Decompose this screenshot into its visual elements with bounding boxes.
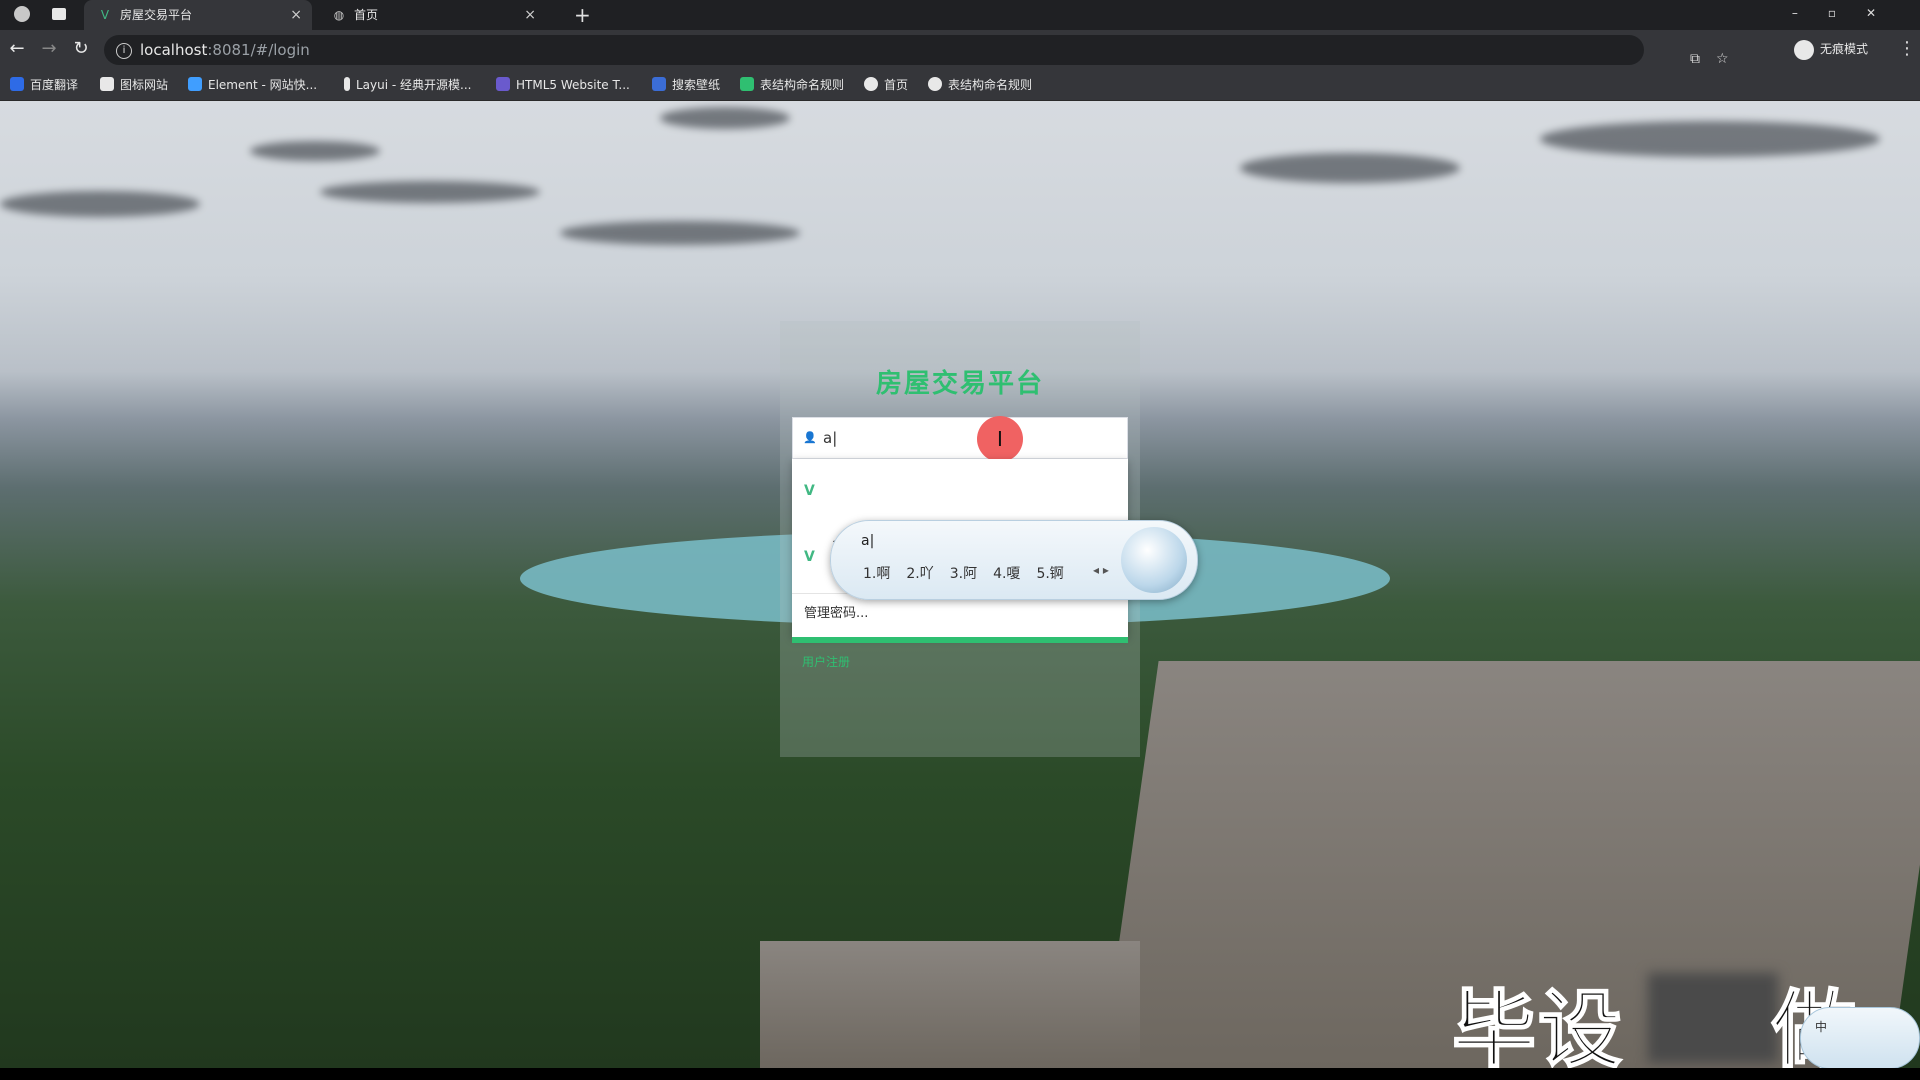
tab-home[interactable]: ◍ 首页 ×: [318, 0, 546, 30]
baidu-translate-icon: [10, 77, 24, 91]
bookmark-label: 表结构命名规则: [760, 78, 845, 92]
cloud: [320, 181, 540, 203]
bookmark-item[interactable]: Element - 网站快...: [188, 70, 317, 100]
ime-candidate[interactable]: 4.嗄: [993, 566, 1020, 582]
ime-candidate[interactable]: 3.阿: [950, 566, 977, 582]
tab-search-icon[interactable]: [52, 8, 66, 20]
page-viewport: 房屋交易平台 👤 a| I V V a1 •••••• 管理密码... 用户注册…: [0, 101, 1920, 1068]
tab-strip: V 房屋交易平台 × ◍ 首页 × + –▫✕: [0, 0, 1920, 30]
tab-title: 首页: [354, 8, 379, 22]
bookmark-item[interactable]: 表结构命名规则: [928, 70, 1032, 100]
bookmark-label: 图标网站: [120, 78, 169, 92]
vue-icon: V: [804, 483, 815, 499]
rock-cliff: [760, 941, 1140, 1068]
close-icon[interactable]: ×: [290, 0, 302, 30]
bookmark-label: 表结构命名规则: [948, 78, 1033, 92]
bookmark-item[interactable]: 百度翻译: [10, 70, 78, 100]
globe-icon: [864, 77, 878, 91]
ime-candidate[interactable]: 2.吖: [906, 566, 933, 582]
ime-candidates: 1.啊 2.吖 3.阿 4.嗄 5.锕: [863, 563, 1080, 583]
cloud: [560, 221, 800, 245]
cloud: [0, 191, 200, 217]
html5-icon: [496, 77, 510, 91]
ime-candidate[interactable]: 5.锕: [1036, 566, 1063, 582]
bookmark-item[interactable]: Layui - 经典开源模...: [344, 70, 471, 100]
bookmark-label: Element - 网站快...: [208, 78, 318, 92]
ime-skin-icon: [1121, 527, 1187, 593]
close-icon[interactable]: ×: [524, 0, 536, 30]
ime-composition: a|: [861, 533, 875, 549]
bookmark-item[interactable]: 搜索壁纸: [652, 70, 720, 100]
manage-passwords-link[interactable]: 管理密码...: [804, 599, 868, 629]
mouse-cursor-highlight: I: [977, 416, 1023, 462]
user-icon: 👤: [803, 431, 817, 444]
username-input[interactable]: 👤 a|: [792, 417, 1128, 459]
cloud: [1240, 153, 1460, 183]
ime-candidate-window: a| 1.啊 2.吖 3.阿 4.嗄 5.锕 ◂ ▸: [830, 520, 1198, 600]
url-text: localhost:8081/#/login: [140, 35, 310, 65]
bookmark-item[interactable]: 首页: [864, 70, 908, 100]
forward-icon[interactable]: →: [38, 38, 60, 60]
bookmark-item[interactable]: 表结构命名规则: [740, 70, 844, 100]
bookmark-label: 百度翻译: [30, 78, 79, 92]
bookmark-label: 搜索壁纸: [672, 78, 721, 92]
bookmark-label: Layui - 经典开源模...: [356, 78, 472, 92]
bookmark-item[interactable]: HTML5 Website T...: [496, 70, 630, 100]
bookmark-label: 首页: [884, 78, 909, 92]
info-icon[interactable]: i: [116, 43, 132, 59]
blurred-region: [1648, 973, 1778, 1063]
flag-icon: [100, 77, 114, 91]
bookmarks-bar: 百度翻译 图标网站 Element - 网站快... Layui - 经典开源模…: [0, 70, 1920, 101]
reload-icon[interactable]: ↻: [70, 38, 92, 60]
register-link[interactable]: 用户注册: [802, 653, 850, 670]
back-icon[interactable]: ←: [6, 38, 28, 60]
ime-mode-label: 中: [1815, 1020, 1828, 1034]
window-controls[interactable]: –▫✕: [1792, 0, 1906, 26]
browser-logo-icon: [14, 6, 30, 22]
globe-icon: ◍: [333, 8, 345, 22]
doc-icon: [740, 77, 754, 91]
login-title: 房屋交易平台: [875, 369, 1044, 399]
incognito-indicator[interactable]: 无痕模式: [1794, 36, 1868, 62]
vue-icon: V: [804, 549, 815, 565]
url-path: :8081/#/login: [207, 41, 310, 59]
autofill-item[interactable]: V: [792, 459, 1128, 523]
browser-toolbar: ← → ↻ i localhost:8081/#/login ⧉ ☆ ⚿ 无痕模…: [0, 30, 1920, 84]
cloud: [1540, 121, 1880, 157]
layui-icon: [344, 77, 350, 91]
tab-house-trading[interactable]: V 房屋交易平台 ×: [84, 0, 312, 30]
ime-page-arrows[interactable]: ◂ ▸: [1093, 563, 1109, 577]
bookmark-label: HTML5 Website T...: [516, 78, 630, 92]
ime-candidate[interactable]: 1.啊: [863, 566, 890, 582]
vue-icon: V: [100, 8, 110, 22]
url-host: localhost: [140, 41, 208, 59]
globe-icon: [928, 77, 942, 91]
incognito-icon: [1794, 39, 1814, 60]
wallpaper-icon: [652, 77, 666, 91]
cloud: [250, 141, 380, 161]
menu-icon[interactable]: ⋮: [1898, 38, 1916, 59]
login-button[interactable]: [792, 637, 1128, 643]
element-icon: [188, 77, 202, 91]
bookmark-item[interactable]: 图标网站: [100, 70, 168, 100]
new-tab-button[interactable]: +: [574, 0, 591, 30]
video-caption-left: 毕设: [1451, 980, 1625, 1068]
ime-status-bar[interactable]: 中: [1800, 1007, 1920, 1068]
bottom-border: [0, 1068, 1920, 1080]
address-bar[interactable]: i localhost:8081/#/login ⧉ ☆: [104, 35, 1729, 67]
cloud: [660, 107, 790, 129]
incognito-label: 无痕模式: [1820, 42, 1869, 56]
username-value: a|: [823, 429, 838, 447]
tab-title: 房屋交易平台: [120, 8, 193, 22]
